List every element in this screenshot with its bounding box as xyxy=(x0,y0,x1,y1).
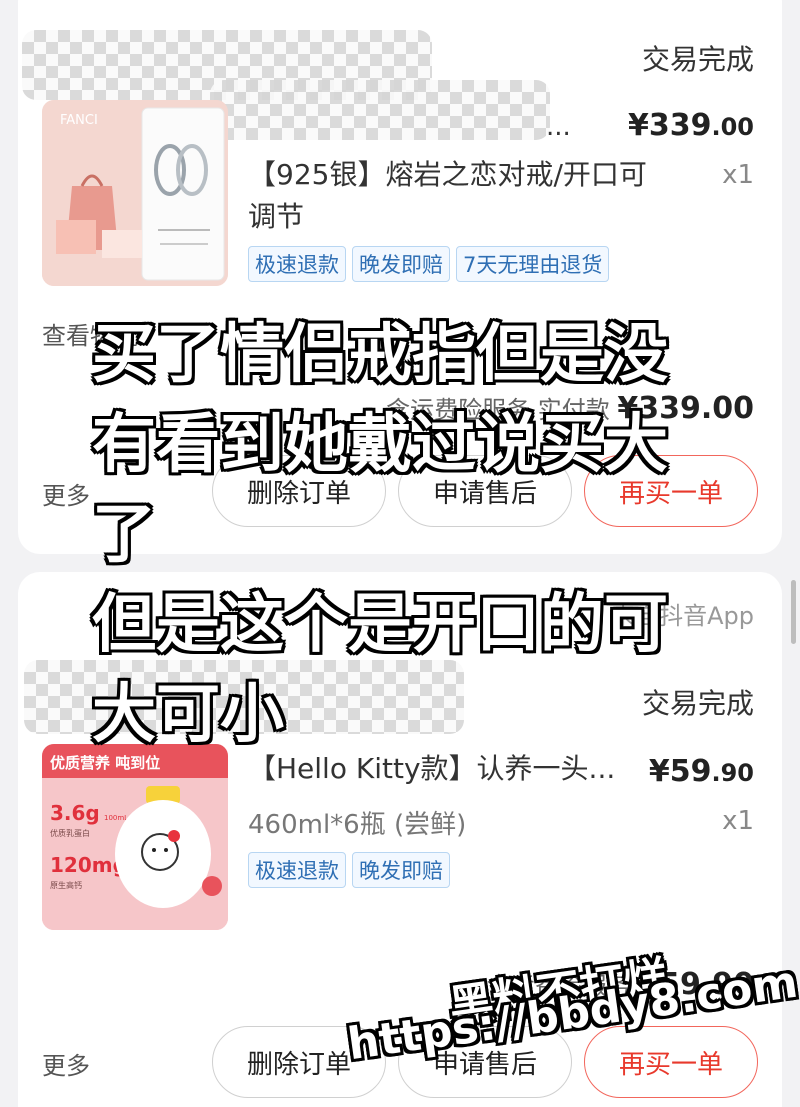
item-price: ¥339.00 xyxy=(627,108,754,143)
tag-late-compensation: 晚发即赔 xyxy=(352,246,450,282)
item-quantity: x1 xyxy=(722,806,754,836)
item-quantity: x1 xyxy=(722,160,754,190)
rebuy-button[interactable]: 再买一单 xyxy=(584,1026,758,1098)
tag-fast-refund: 极速退款 xyxy=(248,852,346,888)
product-title[interactable]: 【925银】熔岩之恋对戒/开口可 xyxy=(248,154,647,196)
tag-7day-return: 7天无理由退货 xyxy=(456,246,610,282)
milk-stat2-label: 原生高钙 xyxy=(50,880,82,890)
scrollbar[interactable] xyxy=(791,580,796,644)
more-button[interactable]: 更多 xyxy=(42,1046,90,1081)
product-spec: 460ml*6瓶 (尝鲜) xyxy=(248,810,467,840)
ring-brand-logo: FANCI xyxy=(60,113,98,128)
shop-name-truncated: ... xyxy=(546,112,571,142)
service-tags: 极速退款 晚发即赔 7天无理由退货 xyxy=(248,246,610,282)
product-thumbnail[interactable]: FANCI xyxy=(42,100,228,286)
tag-late-compensation: 晚发即赔 xyxy=(352,852,450,888)
service-tags: 极速退款 晚发即赔 xyxy=(248,852,450,888)
redacted-shop-name xyxy=(210,80,550,140)
caption-overlay: 买了情侣戒指但是没 有看到她戴过说买大 了 但是这个是开口的可 大可小 xyxy=(92,318,668,752)
milk-stat1-label: 优质乳蛋白 xyxy=(50,828,90,838)
milk-stat1-value: 3.6g xyxy=(50,801,100,825)
product-title-line2[interactable]: 调节 xyxy=(248,196,304,238)
more-button[interactable]: 更多 xyxy=(42,476,90,511)
order-status: 交易完成 xyxy=(641,43,754,76)
milk-product-image: 优质营养 吨到位 3.6g 100mL 优质乳蛋白 120mg 100mL 原生… xyxy=(42,744,228,930)
tag-fast-refund: 极速退款 xyxy=(248,246,346,282)
ring-product-image: FANCI xyxy=(42,100,228,286)
product-thumbnail[interactable]: 优质营养 吨到位 3.6g 100mL 优质乳蛋白 120mg 100mL 原生… xyxy=(42,744,228,930)
milk-stat1-unit: 100mL xyxy=(104,814,128,822)
